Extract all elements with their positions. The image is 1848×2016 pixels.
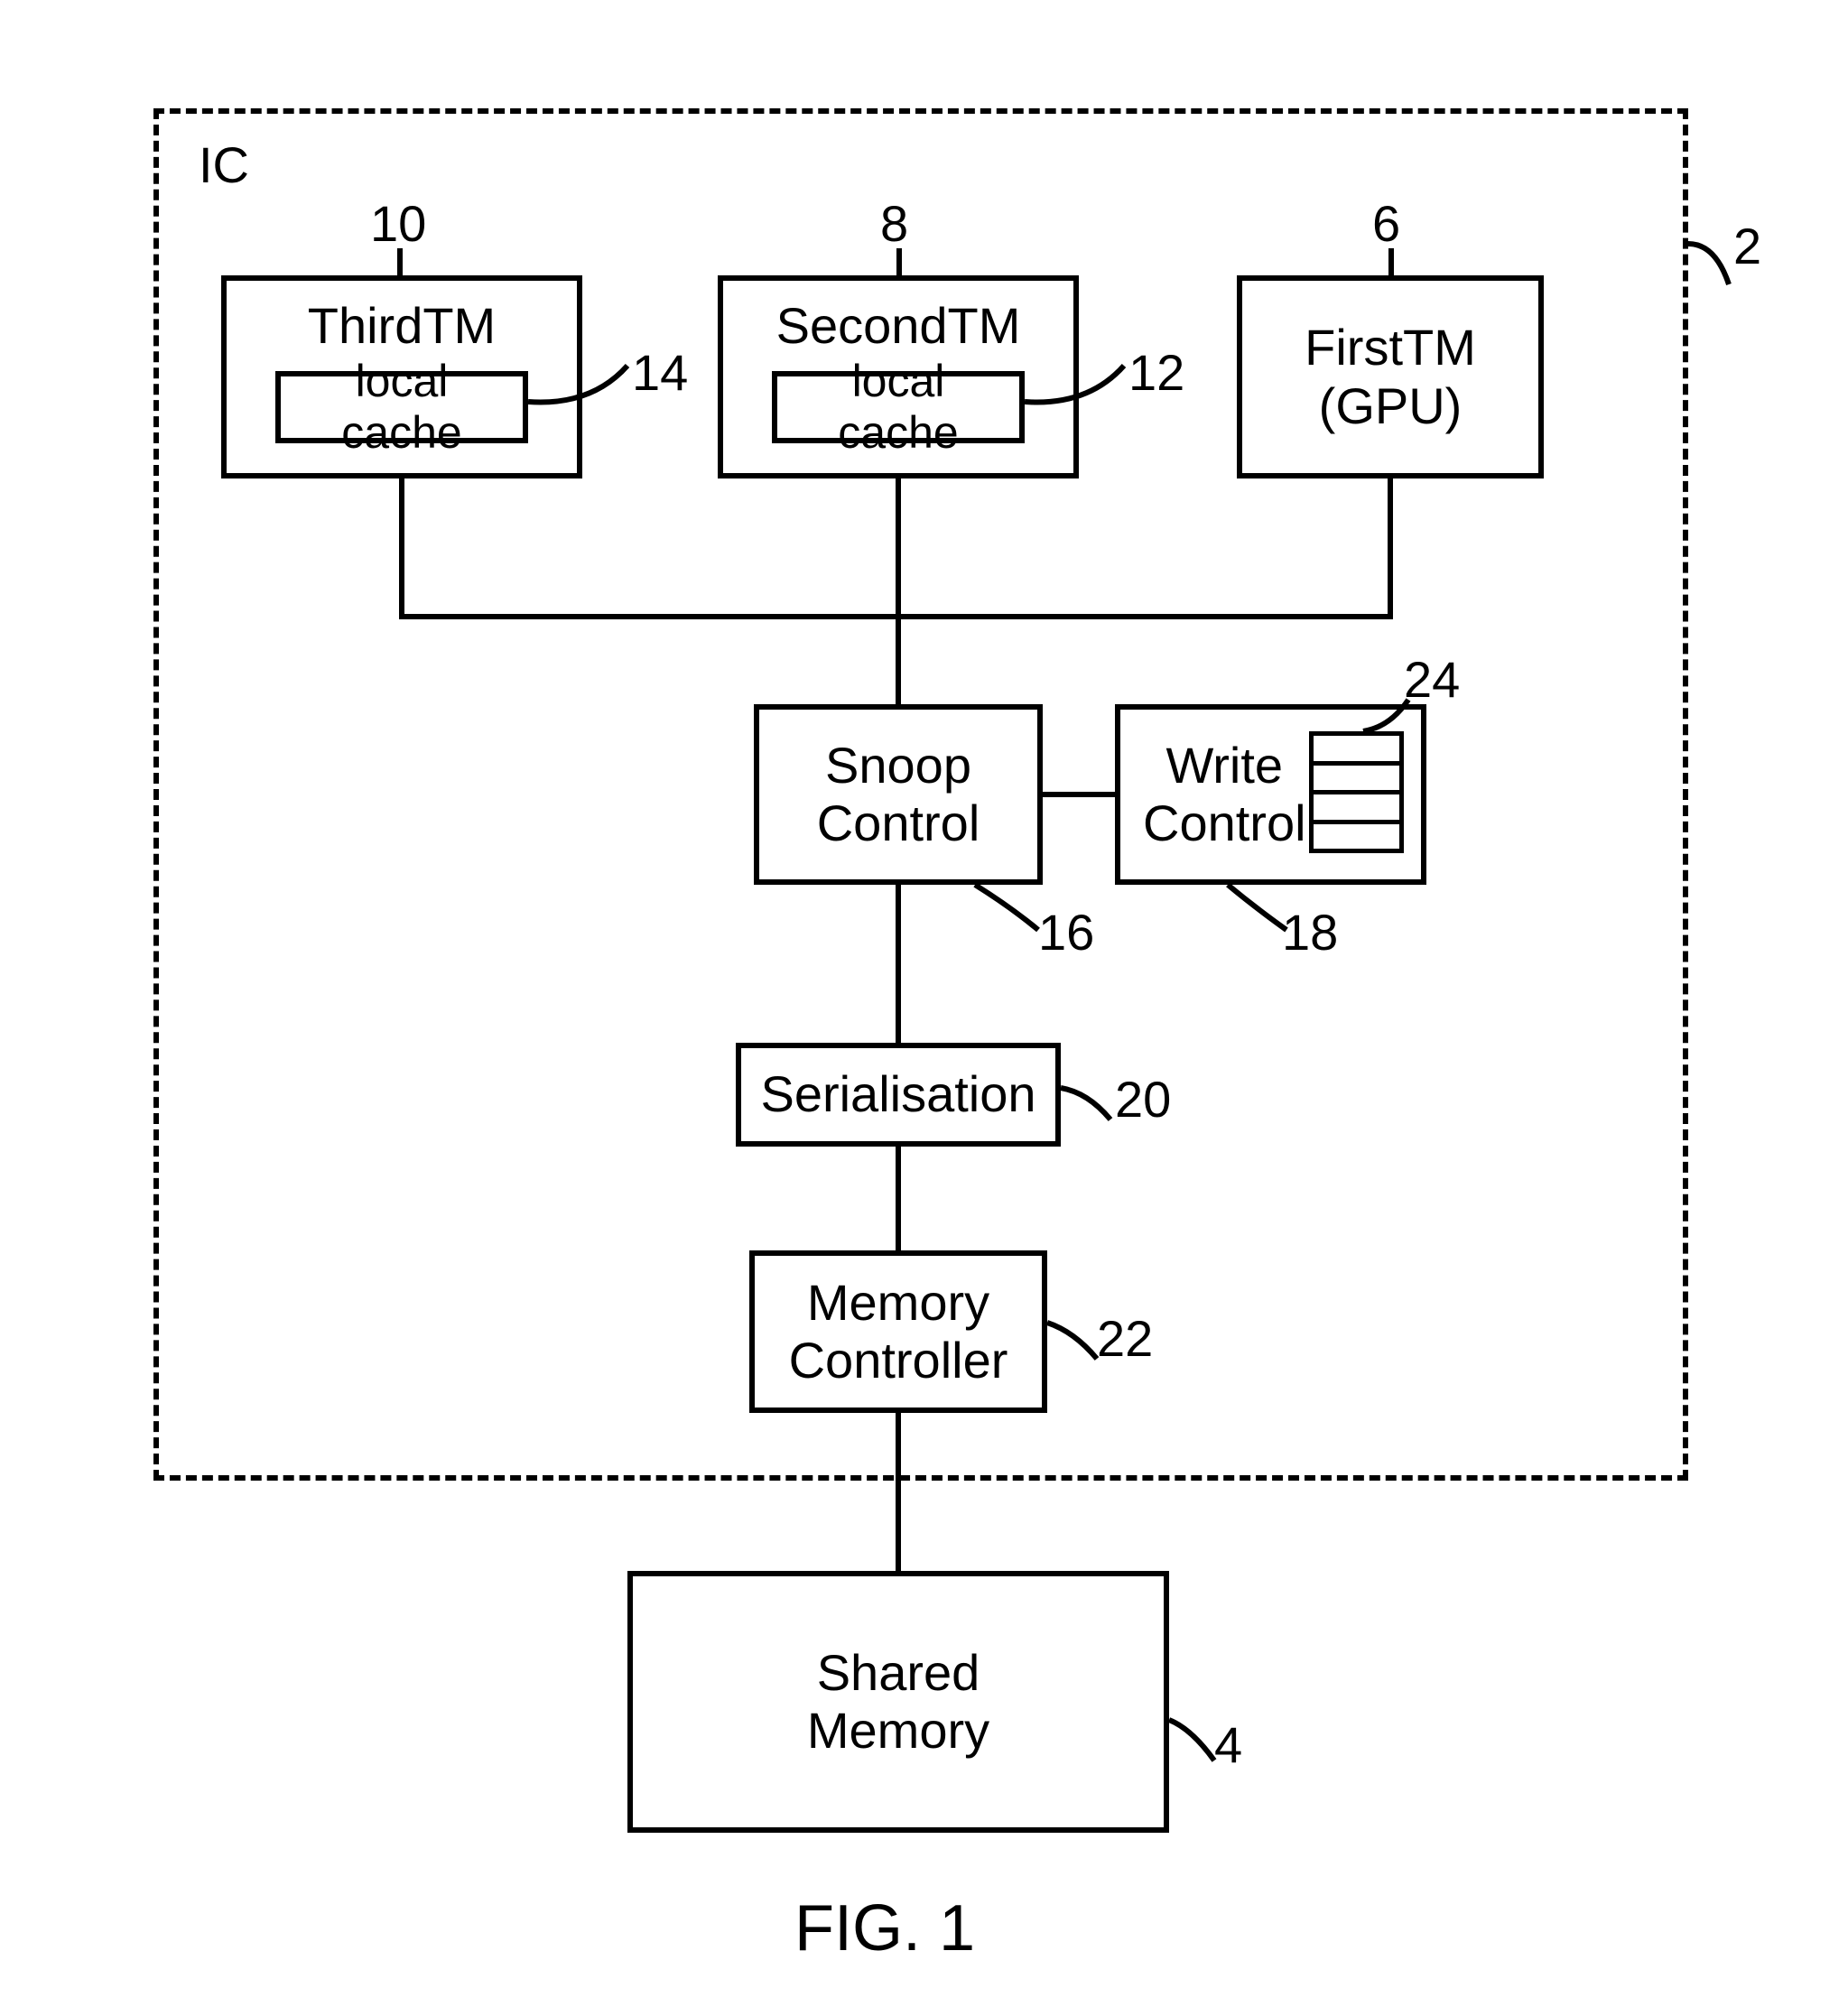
conn-firsttm-v xyxy=(1388,478,1393,614)
first-tm-ref: 6 xyxy=(1372,194,1400,253)
second-tm-title: SecondTM xyxy=(776,297,1021,355)
leader-22 xyxy=(1043,1318,1115,1368)
serialisation-block: Serialisation xyxy=(736,1043,1061,1147)
shared-memory-block: Shared Memory xyxy=(627,1571,1169,1833)
third-tm-cache: local cache xyxy=(275,371,528,443)
first-tm-block: FirstTM (GPU) xyxy=(1237,275,1544,478)
shared-title2: Memory xyxy=(807,1702,989,1760)
memctrl-title1: Memory xyxy=(807,1274,989,1332)
ic-ref-leader xyxy=(1679,235,1751,298)
second-tm-ref: 8 xyxy=(880,194,908,253)
conn-bus-h xyxy=(399,614,1393,619)
leader-4 xyxy=(1165,1715,1237,1770)
memctrl-block: Memory Controller xyxy=(749,1250,1047,1413)
conn-serial-memctrl xyxy=(896,1147,901,1250)
snoop-title2: Control xyxy=(817,794,980,852)
conn-secondtm-v xyxy=(896,478,901,704)
shared-title1: Shared xyxy=(817,1644,980,1702)
conn-memctrl-shared xyxy=(896,1413,901,1571)
snoop-title1: Snoop xyxy=(825,737,971,794)
diagram-canvas: IC 2 10 8 6 ThirdTM local cache 14 Secon… xyxy=(0,0,1848,2016)
leader-6 xyxy=(1388,248,1394,275)
ic-label: IC xyxy=(199,135,249,194)
serialisation-title: Serialisation xyxy=(760,1065,1035,1123)
memctrl-title2: Controller xyxy=(789,1332,1008,1389)
conn-thirdtm-v xyxy=(399,478,404,614)
leader-8 xyxy=(896,248,902,275)
first-tm-title2: (GPU) xyxy=(1319,377,1463,435)
write-title1: Write xyxy=(1165,737,1283,794)
conn-snoop-serial xyxy=(896,885,901,1043)
figure-label: FIG. 1 xyxy=(794,1891,975,1965)
leader-10 xyxy=(397,248,403,275)
third-tm-title: ThirdTM xyxy=(308,297,496,355)
leader-12 xyxy=(1025,357,1142,411)
leader-24 xyxy=(1359,695,1431,740)
third-tm-ref: 10 xyxy=(370,194,426,253)
second-tm-cache: local cache xyxy=(772,371,1025,443)
conn-snoop-write xyxy=(1043,792,1115,797)
write-title2: Control xyxy=(1143,794,1306,852)
leader-18 xyxy=(1223,880,1305,943)
leader-20 xyxy=(1056,1083,1128,1129)
write-buffer-icon xyxy=(1309,731,1404,853)
first-tm-title1: FirstTM xyxy=(1305,319,1476,376)
snoop-block: Snoop Control xyxy=(754,704,1043,885)
leader-14 xyxy=(528,357,645,411)
leader-16 xyxy=(970,880,1052,943)
